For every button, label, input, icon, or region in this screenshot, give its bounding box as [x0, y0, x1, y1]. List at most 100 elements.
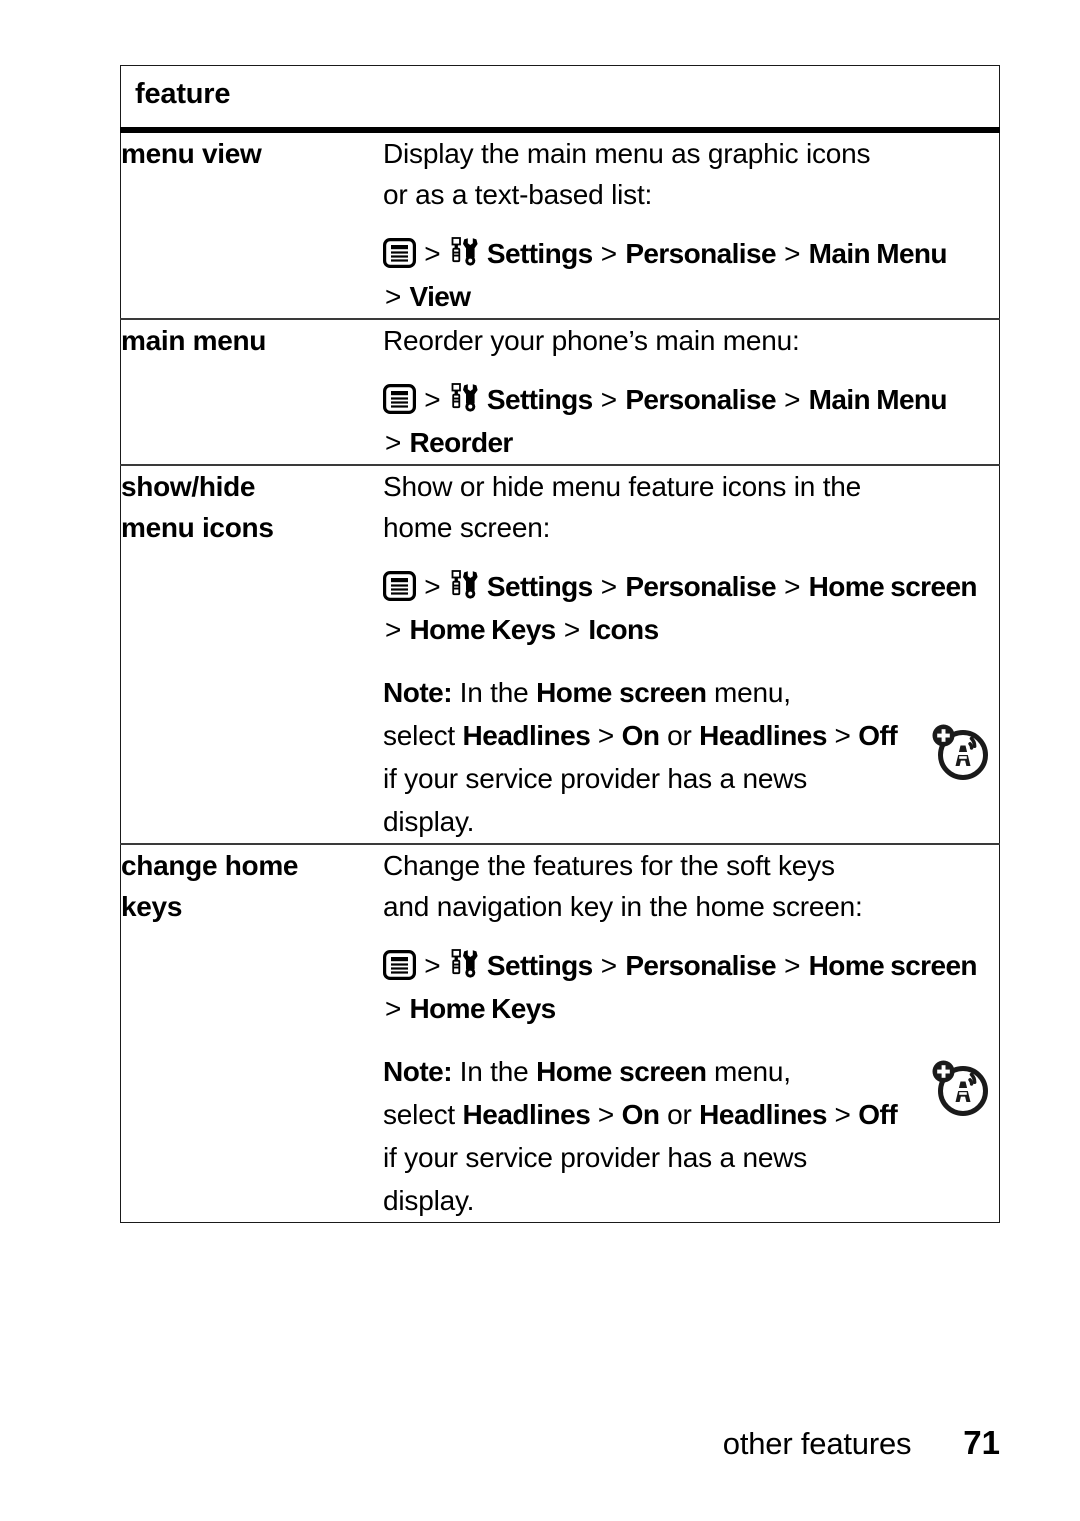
path-segment: Settings	[486, 238, 593, 269]
feature-name-label: change home	[121, 850, 299, 881]
settings-icon	[449, 382, 481, 414]
path-segment: Icons	[588, 614, 659, 645]
note-text: or	[659, 720, 700, 751]
menu-icon	[383, 238, 416, 268]
path-separator: >	[424, 238, 441, 269]
footer-section-title: other features	[722, 1426, 912, 1461]
note-text: menu,	[706, 677, 791, 708]
feature-name-label: menu view	[121, 138, 262, 169]
path-segment: Reorder	[409, 427, 514, 458]
note-text: menu,	[706, 1056, 791, 1087]
note-text: display.	[383, 806, 475, 837]
note-bold: Headlines	[699, 720, 827, 751]
path-segment: Home screen	[808, 571, 978, 602]
path-separator: >	[590, 1099, 622, 1130]
path-separator: >	[784, 950, 801, 981]
path-separator: >	[600, 950, 618, 981]
path-separator: >	[424, 384, 441, 415]
menu-icon	[383, 384, 416, 414]
menu-icon	[383, 571, 416, 601]
note-bold: On	[621, 1099, 660, 1130]
feature-description-cell: Show or hide menu feature icons in the h…	[383, 464, 1000, 844]
manual-page: feature menu view Display the main menu …	[0, 0, 1080, 1521]
path-segment: Main Menu	[808, 238, 948, 269]
path-segment: Personalise	[625, 384, 776, 415]
path-segment: Home Keys	[409, 614, 557, 645]
feature-name-cell: main menu	[120, 318, 383, 465]
note-bold: Off	[858, 720, 898, 751]
menu-icon	[383, 950, 416, 980]
note-bold: On	[621, 720, 660, 751]
path-segment: Settings	[486, 571, 593, 602]
path-separator: >	[563, 614, 581, 645]
path-separator: >	[590, 720, 622, 751]
service-provider-icon	[929, 1057, 991, 1119]
note-text: select	[383, 1099, 463, 1130]
path-separator: >	[784, 238, 801, 269]
settings-icon	[449, 948, 481, 980]
path-segment: Settings	[486, 950, 593, 981]
path-separator: >	[385, 614, 402, 645]
path-separator: >	[784, 571, 801, 602]
path-separator: >	[600, 571, 618, 602]
note-label: Note:	[383, 1056, 453, 1087]
note-block: Note: In the Home screen menu, select He…	[383, 671, 928, 843]
feature-name-label: keys	[121, 891, 183, 922]
note-bold: Home screen	[536, 1056, 707, 1087]
settings-icon	[449, 236, 481, 268]
note-text: if your service provider has a news	[383, 763, 808, 794]
table-row: show/hide menu icons Show or hide menu f…	[120, 464, 1000, 844]
settings-icon	[449, 569, 481, 601]
feature-name-label: menu icons	[121, 512, 274, 543]
navigation-path: > Settings >	[383, 378, 999, 464]
description-line: or as a text-based list:	[383, 179, 653, 210]
note-bold: Home screen	[536, 677, 707, 708]
feature-description-cell: Change the features for the soft keys an…	[383, 843, 1000, 1223]
service-provider-icon	[929, 721, 991, 783]
feature-name-label: main menu	[121, 325, 267, 356]
page-number: 71	[963, 1424, 1000, 1461]
column-header-feature: feature	[135, 78, 231, 110]
path-segment: Personalise	[625, 950, 776, 981]
navigation-path: > Settings > Personalise > Main Menu > V…	[383, 232, 999, 318]
path-separator: >	[600, 238, 618, 269]
navigation-path: > Settings >	[383, 565, 999, 651]
note-text: or	[659, 1099, 700, 1130]
note-bold: Headlines	[462, 720, 591, 751]
table-row: main menu Reorder your phone’s main menu…	[120, 318, 1000, 465]
description-line: and navigation key in the home screen:	[383, 891, 863, 922]
table-row: change home keys Change the features for…	[120, 843, 1000, 1223]
note-text: In the	[452, 1056, 537, 1087]
path-separator: >	[826, 1099, 859, 1130]
table-row: menu view Display the main menu as graph…	[120, 129, 1000, 319]
description-line: Display the main menu as graphic icons	[383, 138, 871, 169]
feature-name-label: show/hide	[121, 471, 256, 502]
feature-name-cell: change home keys	[120, 843, 383, 1223]
path-segment: Personalise	[625, 238, 776, 269]
note-block: Note: In the Home screen menu, select He…	[383, 1050, 928, 1222]
note-text: display.	[383, 1185, 475, 1216]
path-separator: >	[600, 384, 618, 415]
note-bold: Off	[858, 1099, 898, 1130]
table-header-cell: feature	[120, 65, 1000, 133]
path-separator: >	[424, 950, 441, 981]
navigation-path: > Settings >	[383, 944, 999, 1030]
path-separator: >	[385, 993, 402, 1024]
table-header-row: feature	[120, 65, 1000, 133]
page-footer: other features 71	[0, 1424, 1000, 1462]
note-text: select	[383, 720, 463, 751]
path-segment: Personalise	[625, 571, 776, 602]
path-segment: Main Menu	[808, 384, 948, 415]
note-bold: Headlines	[699, 1099, 827, 1130]
description-line: Change the features for the soft keys	[383, 850, 835, 881]
description-line: home screen:	[383, 512, 551, 543]
description-line: Reorder your phone’s main menu:	[383, 325, 800, 356]
note-bold: Headlines	[462, 1099, 591, 1130]
note-text: In the	[452, 677, 537, 708]
feature-description-cell: Display the main menu as graphic icons o…	[383, 129, 1000, 319]
feature-description-cell: Reorder your phone’s main menu: > Settin…	[383, 318, 1000, 465]
note-text: if your service provider has a news	[383, 1142, 808, 1173]
path-separator: >	[826, 720, 859, 751]
feature-table: feature menu view Display the main menu …	[120, 65, 1000, 1223]
feature-name-cell: menu view	[120, 129, 383, 319]
